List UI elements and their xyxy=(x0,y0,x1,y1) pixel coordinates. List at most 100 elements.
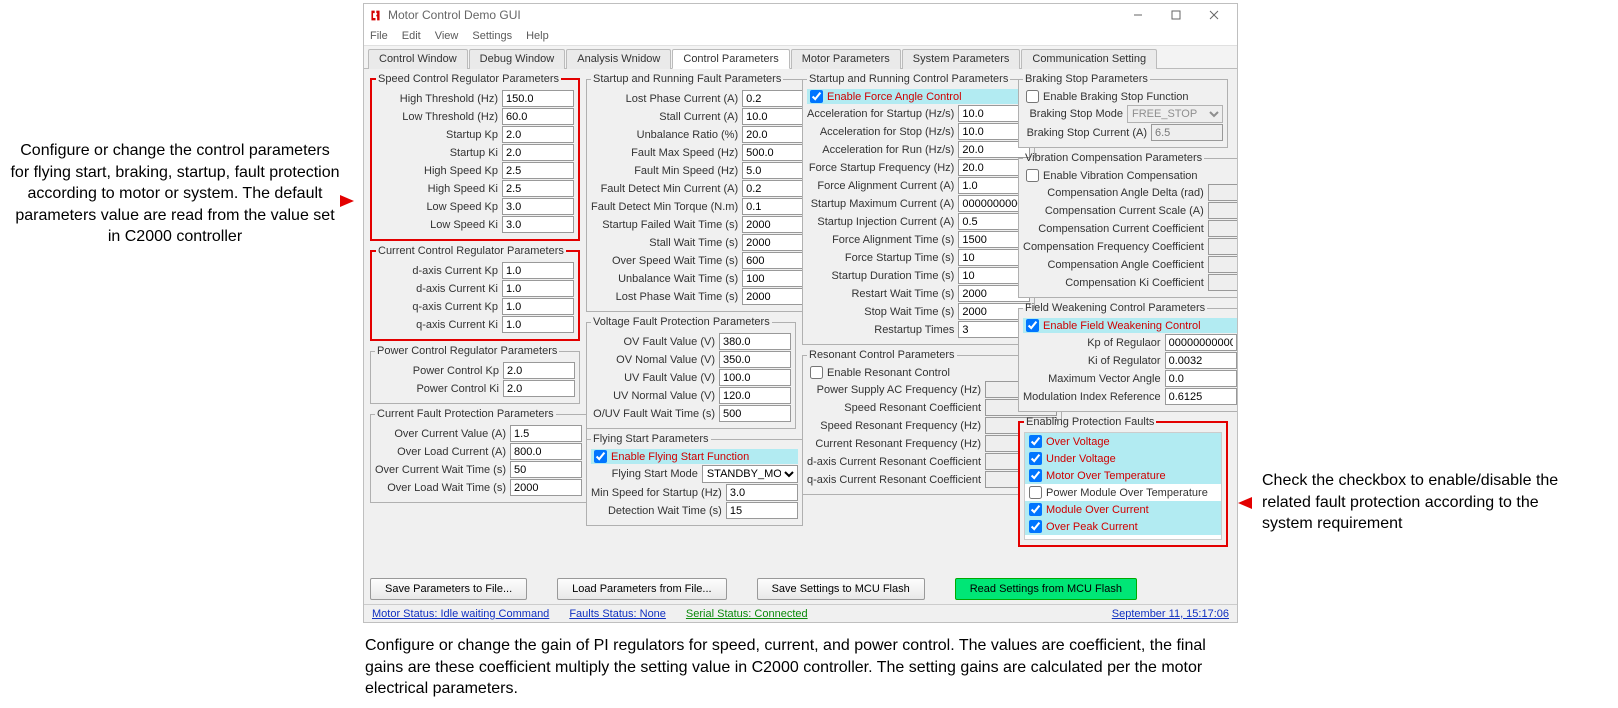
tab-control-window[interactable]: Control Window xyxy=(368,49,468,69)
vibration-input-0[interactable] xyxy=(1208,184,1237,201)
fw-legend: Field Weakening Control Parameters xyxy=(1023,302,1207,314)
force-angle-enable-checkbox[interactable] xyxy=(810,90,823,103)
vibration-input-5[interactable] xyxy=(1208,274,1237,291)
vibration-label-4: Compensation Angle Coefficient xyxy=(1023,259,1204,271)
fw-input-1[interactable] xyxy=(1165,352,1237,369)
menu-file[interactable]: File xyxy=(370,30,388,42)
speed-reg-input-7[interactable] xyxy=(502,216,574,233)
flying-label-1: Detection Wait Time (s) xyxy=(591,505,722,517)
vibration-label-5: Compensation Ki Coefficient xyxy=(1023,277,1204,289)
startup-fault-label-5: Fault Detect Min Current (A) xyxy=(591,183,738,195)
resonant-legend: Resonant Control Parameters xyxy=(807,349,957,361)
menu-view[interactable]: View xyxy=(435,30,459,42)
motor-status: Motor Status: Idle waiting Command xyxy=(372,608,549,620)
pow-reg-input-1[interactable] xyxy=(503,380,575,397)
save-parameters-file-button[interactable]: Save Parameters to File... xyxy=(370,578,527,600)
tab-communication-setting[interactable]: Communication Setting xyxy=(1021,49,1157,69)
fw-input-3[interactable] xyxy=(1165,388,1237,405)
braking-enable-checkbox[interactable] xyxy=(1026,90,1039,103)
fw-enable-checkbox[interactable] xyxy=(1026,319,1039,332)
tab-debug-window[interactable]: Debug Window xyxy=(469,49,566,69)
volt-fault-input-2[interactable] xyxy=(719,369,791,386)
startup-fault-label-8: Stall Wait Time (s) xyxy=(591,237,738,249)
read-settings-flash-button[interactable]: Read Settings from MCU Flash xyxy=(955,578,1137,600)
cur-reg-input-1[interactable] xyxy=(502,280,574,297)
protection-faults-list[interactable]: Over VoltageUnder VoltageMotor Over Temp… xyxy=(1024,432,1222,540)
cur-fault-input-0[interactable] xyxy=(510,425,582,442)
braking-mode-select[interactable]: FREE_STOP xyxy=(1127,105,1223,123)
arrow-left-icon xyxy=(340,195,354,207)
fw-input-2[interactable] xyxy=(1165,370,1237,387)
vibration-input-4[interactable] xyxy=(1208,256,1237,273)
load-parameters-file-button[interactable]: Load Parameters from File... xyxy=(557,578,726,600)
save-settings-flash-button[interactable]: Save Settings to MCU Flash xyxy=(757,578,925,600)
cur-fault-label-2: Over Current Wait Time (s) xyxy=(375,464,506,476)
cur-reg-input-2[interactable] xyxy=(502,298,574,315)
braking-current-label: Braking Stop Current (A) xyxy=(1023,127,1147,139)
tab-system-parameters[interactable]: System Parameters xyxy=(902,49,1021,69)
fw-input-0[interactable] xyxy=(1165,334,1237,351)
vibration-enable-checkbox[interactable] xyxy=(1026,169,1039,182)
protection-fault-checkbox-0[interactable] xyxy=(1029,435,1042,448)
startup-running-control-group: Startup and Running Control Parameters E… xyxy=(802,73,1035,345)
braking-enable-label: Enable Braking Stop Function xyxy=(1043,91,1189,103)
protection-fault-checkbox-1[interactable] xyxy=(1029,452,1042,465)
menu-settings[interactable]: Settings xyxy=(472,30,512,42)
volt-fault-input-4[interactable] xyxy=(719,405,791,422)
cur-reg-input-3[interactable] xyxy=(502,316,574,333)
vibration-enable-label: Enable Vibration Compensation xyxy=(1043,170,1198,182)
menu-help[interactable]: Help xyxy=(526,30,549,42)
cur-reg-label-3: q-axis Current Ki xyxy=(376,319,498,331)
vibration-enable-row: Enable Vibration Compensation xyxy=(1023,168,1237,183)
vibration-input-3[interactable] xyxy=(1208,238,1237,255)
close-button[interactable] xyxy=(1195,4,1233,26)
tab-analysis-window[interactable]: Analysis Wnidow xyxy=(566,49,671,69)
resonant-enable-label: Enable Resonant Control xyxy=(827,367,950,379)
volt-fault-input-0[interactable] xyxy=(719,333,791,350)
tab-motor-parameters[interactable]: Motor Parameters xyxy=(791,49,901,69)
cur-reg-input-0[interactable] xyxy=(502,262,574,279)
speed-reg-label-3: Startup Ki xyxy=(376,147,498,159)
flying-mode-select[interactable]: STANDBY_MODE xyxy=(702,465,798,483)
flying-start-group: Flying Start Parameters Enable Flying St… xyxy=(586,433,803,526)
pow-reg-input-0[interactable] xyxy=(503,362,575,379)
protection-fault-checkbox-2[interactable] xyxy=(1029,469,1042,482)
volt-fault-input-3[interactable] xyxy=(719,387,791,404)
prot-faults-legend: Enabling Protection Faults xyxy=(1024,416,1156,428)
window-title: Motor Control Demo GUI xyxy=(388,8,521,22)
cur-reg-label-2: q-axis Current Kp xyxy=(376,301,498,313)
menu-edit[interactable]: Edit xyxy=(402,30,421,42)
vibration-input-2[interactable] xyxy=(1208,220,1237,237)
cur-reg-label-1: d-axis Current Ki xyxy=(376,283,498,295)
speed-reg-input-3[interactable] xyxy=(502,144,574,161)
speed-reg-label-7: Low Speed Ki xyxy=(376,219,498,231)
speed-reg-input-2[interactable] xyxy=(502,126,574,143)
volt-fault-input-1[interactable] xyxy=(719,351,791,368)
speed-reg-input-6[interactable] xyxy=(502,198,574,215)
speed-reg-input-0[interactable] xyxy=(502,90,574,107)
braking-current-input[interactable] xyxy=(1151,124,1223,141)
volt-fault-label-1: OV Nomal Value (V) xyxy=(591,354,715,366)
speed-reg-label-6: Low Speed Kp xyxy=(376,201,498,213)
speed-reg-input-5[interactable] xyxy=(502,180,574,197)
startup-ctrl-label-4: Force Alignment Current (A) xyxy=(807,180,954,192)
startup-fault-label-3: Fault Max Speed (Hz) xyxy=(591,147,738,159)
cur-fault-label-0: Over Current Value (A) xyxy=(375,428,506,440)
flying-input-1[interactable] xyxy=(726,502,798,519)
speed-reg-input-1[interactable] xyxy=(502,108,574,125)
resonant-enable-checkbox[interactable] xyxy=(810,366,823,379)
cur-fault-input-2[interactable] xyxy=(510,461,582,478)
flying-input-0[interactable] xyxy=(726,484,798,501)
cur-fault-input-1[interactable] xyxy=(510,443,582,460)
maximize-button[interactable] xyxy=(1157,4,1195,26)
cur-fault-input-3[interactable] xyxy=(510,479,582,496)
protection-fault-checkbox-3[interactable] xyxy=(1029,486,1042,499)
vibration-input-1[interactable] xyxy=(1208,202,1237,219)
flying-start-enable-checkbox[interactable] xyxy=(594,450,607,463)
resonant-label-2: Speed Resonant Frequency (Hz) xyxy=(807,420,981,432)
tab-control-parameters[interactable]: Control Parameters xyxy=(672,49,789,69)
minimize-button[interactable] xyxy=(1119,4,1157,26)
speed-reg-input-4[interactable] xyxy=(502,162,574,179)
protection-fault-checkbox-5[interactable] xyxy=(1029,520,1042,533)
protection-fault-checkbox-4[interactable] xyxy=(1029,503,1042,516)
